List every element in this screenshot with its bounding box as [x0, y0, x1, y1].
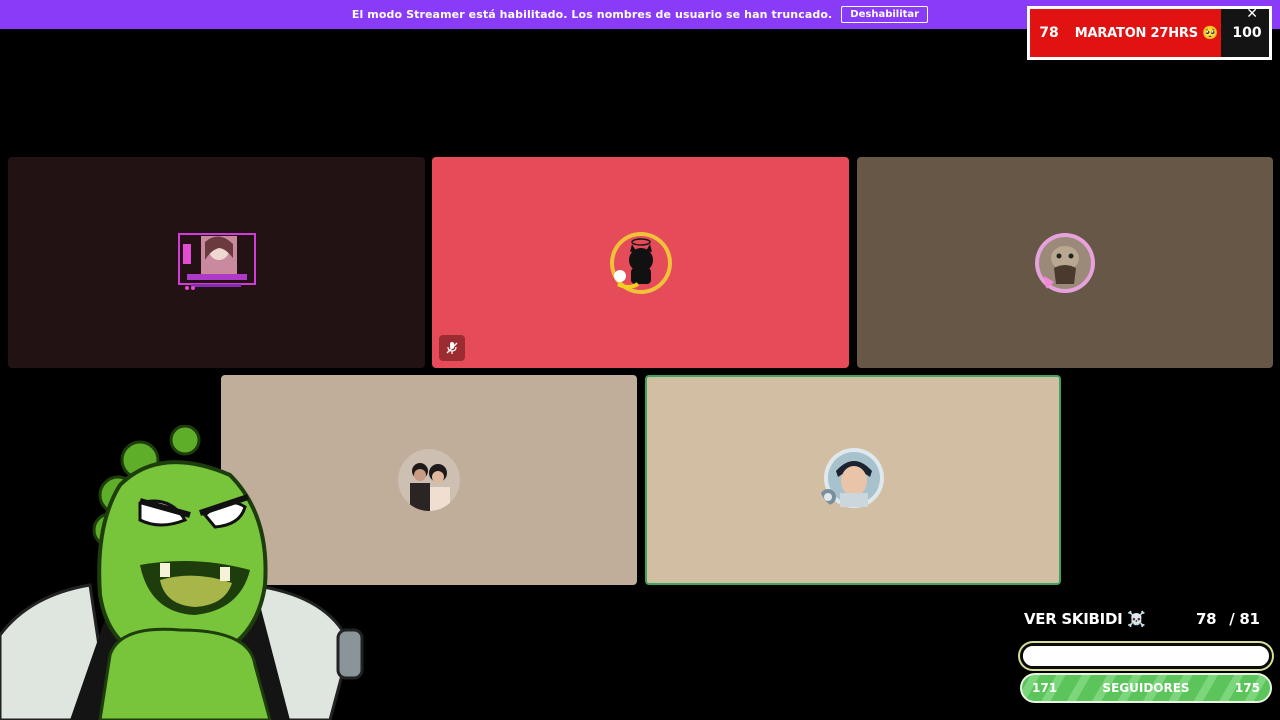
goal-progress-bar — [1020, 643, 1272, 669]
followers-progress-bar: 171 SEGUIDORES 175 — [1020, 673, 1272, 703]
close-icon[interactable]: ✕ — [1246, 6, 1258, 22]
goal-label: VER SKIBIDI ☠️ — [1024, 610, 1146, 628]
goal-progress-fill — [1023, 646, 1260, 666]
streamer-mode-message: El modo Streamer está habilitado. Los no… — [351, 8, 833, 21]
stream-screen: El modo Streamer está habilitado. Los no… — [0, 0, 1280, 720]
green-alien-mascot-icon — [0, 424, 370, 720]
participant-tile[interactable] — [645, 375, 1061, 585]
followers-label: SEGUIDORES — [1102, 681, 1190, 695]
anime-boy-avatar-icon — [818, 447, 888, 513]
marathon-current-hours: 78 — [1039, 25, 1059, 41]
goal-current: 78 — [1196, 610, 1217, 628]
marathon-title: MARATON 27HRS 🥺 — [1074, 25, 1219, 41]
participant-tile[interactable] — [432, 157, 849, 368]
followers-end: 175 — [1234, 681, 1260, 695]
snake-cat-avatar-icon — [1034, 232, 1096, 294]
goal-count: 78 / 81 — [1196, 610, 1260, 628]
disable-streamer-mode-button[interactable]: Deshabilitar — [841, 6, 929, 23]
couple-photo-avatar-icon — [398, 449, 460, 511]
neon-gamer-avatar-icon — [177, 232, 257, 294]
marathon-target-hours: 100 — [1232, 25, 1262, 41]
goal-total: / 81 — [1229, 610, 1260, 628]
participant-tile[interactable] — [8, 157, 425, 368]
muted-microphone-icon — [439, 335, 465, 361]
marathon-overlay: 78 MARATON 27HRS 🥺 100 — [1027, 6, 1272, 60]
followers-start: 171 — [1032, 681, 1058, 695]
participant-tile[interactable] — [857, 157, 1273, 368]
devil-cat-avatar-icon — [608, 230, 674, 296]
